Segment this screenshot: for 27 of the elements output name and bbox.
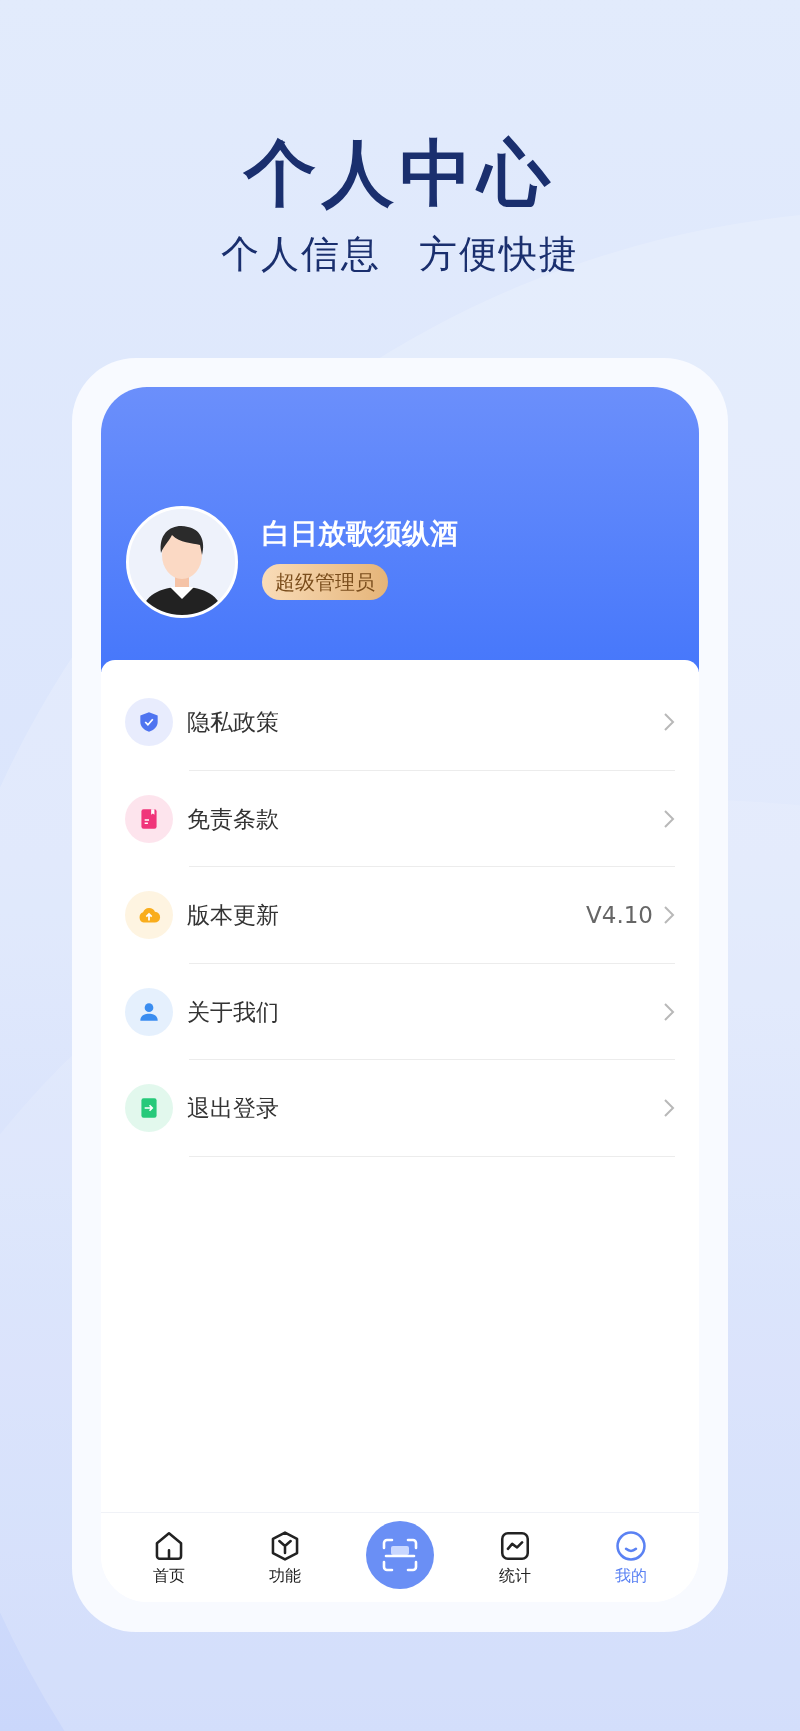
chevron-right-icon xyxy=(663,905,675,926)
tab-item[interactable]: 我的 xyxy=(596,1528,666,1587)
page-subtitle: 个人信息 xyxy=(221,231,381,278)
smile-icon xyxy=(614,1528,648,1563)
tab-item[interactable]: 功能 xyxy=(250,1528,320,1587)
menu-item[interactable]: 退出登录 xyxy=(125,1060,675,1157)
chevron-right-icon xyxy=(663,1098,675,1119)
menu-item-label: 关于我们 xyxy=(187,997,279,1027)
menu-item-label: 版本更新 xyxy=(187,901,279,930)
tab-item[interactable]: 首页 xyxy=(134,1528,204,1587)
menu-item-label: 隐私政策 xyxy=(187,708,279,737)
chevron-right-icon xyxy=(663,808,675,829)
menu-item-value: V4.10 xyxy=(586,901,653,930)
scan-icon xyxy=(381,1536,419,1573)
menu-item[interactable]: 关于我们 xyxy=(125,963,675,1060)
menu-item-label: 退出登录 xyxy=(187,1094,279,1123)
chevron-right-icon xyxy=(663,712,675,733)
page-title: 个人中心 xyxy=(244,130,556,217)
user-name: 白日放歌须纵酒 xyxy=(262,516,458,552)
menu-item-label: 免责条款 xyxy=(187,804,279,834)
menu-item[interactable]: 版本更新 V4.10 xyxy=(125,867,675,964)
menu-item[interactable]: 免责条款 xyxy=(125,770,675,867)
menu-item[interactable]: 隐私政策 xyxy=(125,674,675,771)
chevron-right-icon xyxy=(663,1001,675,1022)
page-subtitle: 方便快捷 xyxy=(419,231,579,278)
role-badge: 超级管理员 xyxy=(262,564,388,600)
tab-item[interactable]: 统计 xyxy=(480,1528,550,1587)
